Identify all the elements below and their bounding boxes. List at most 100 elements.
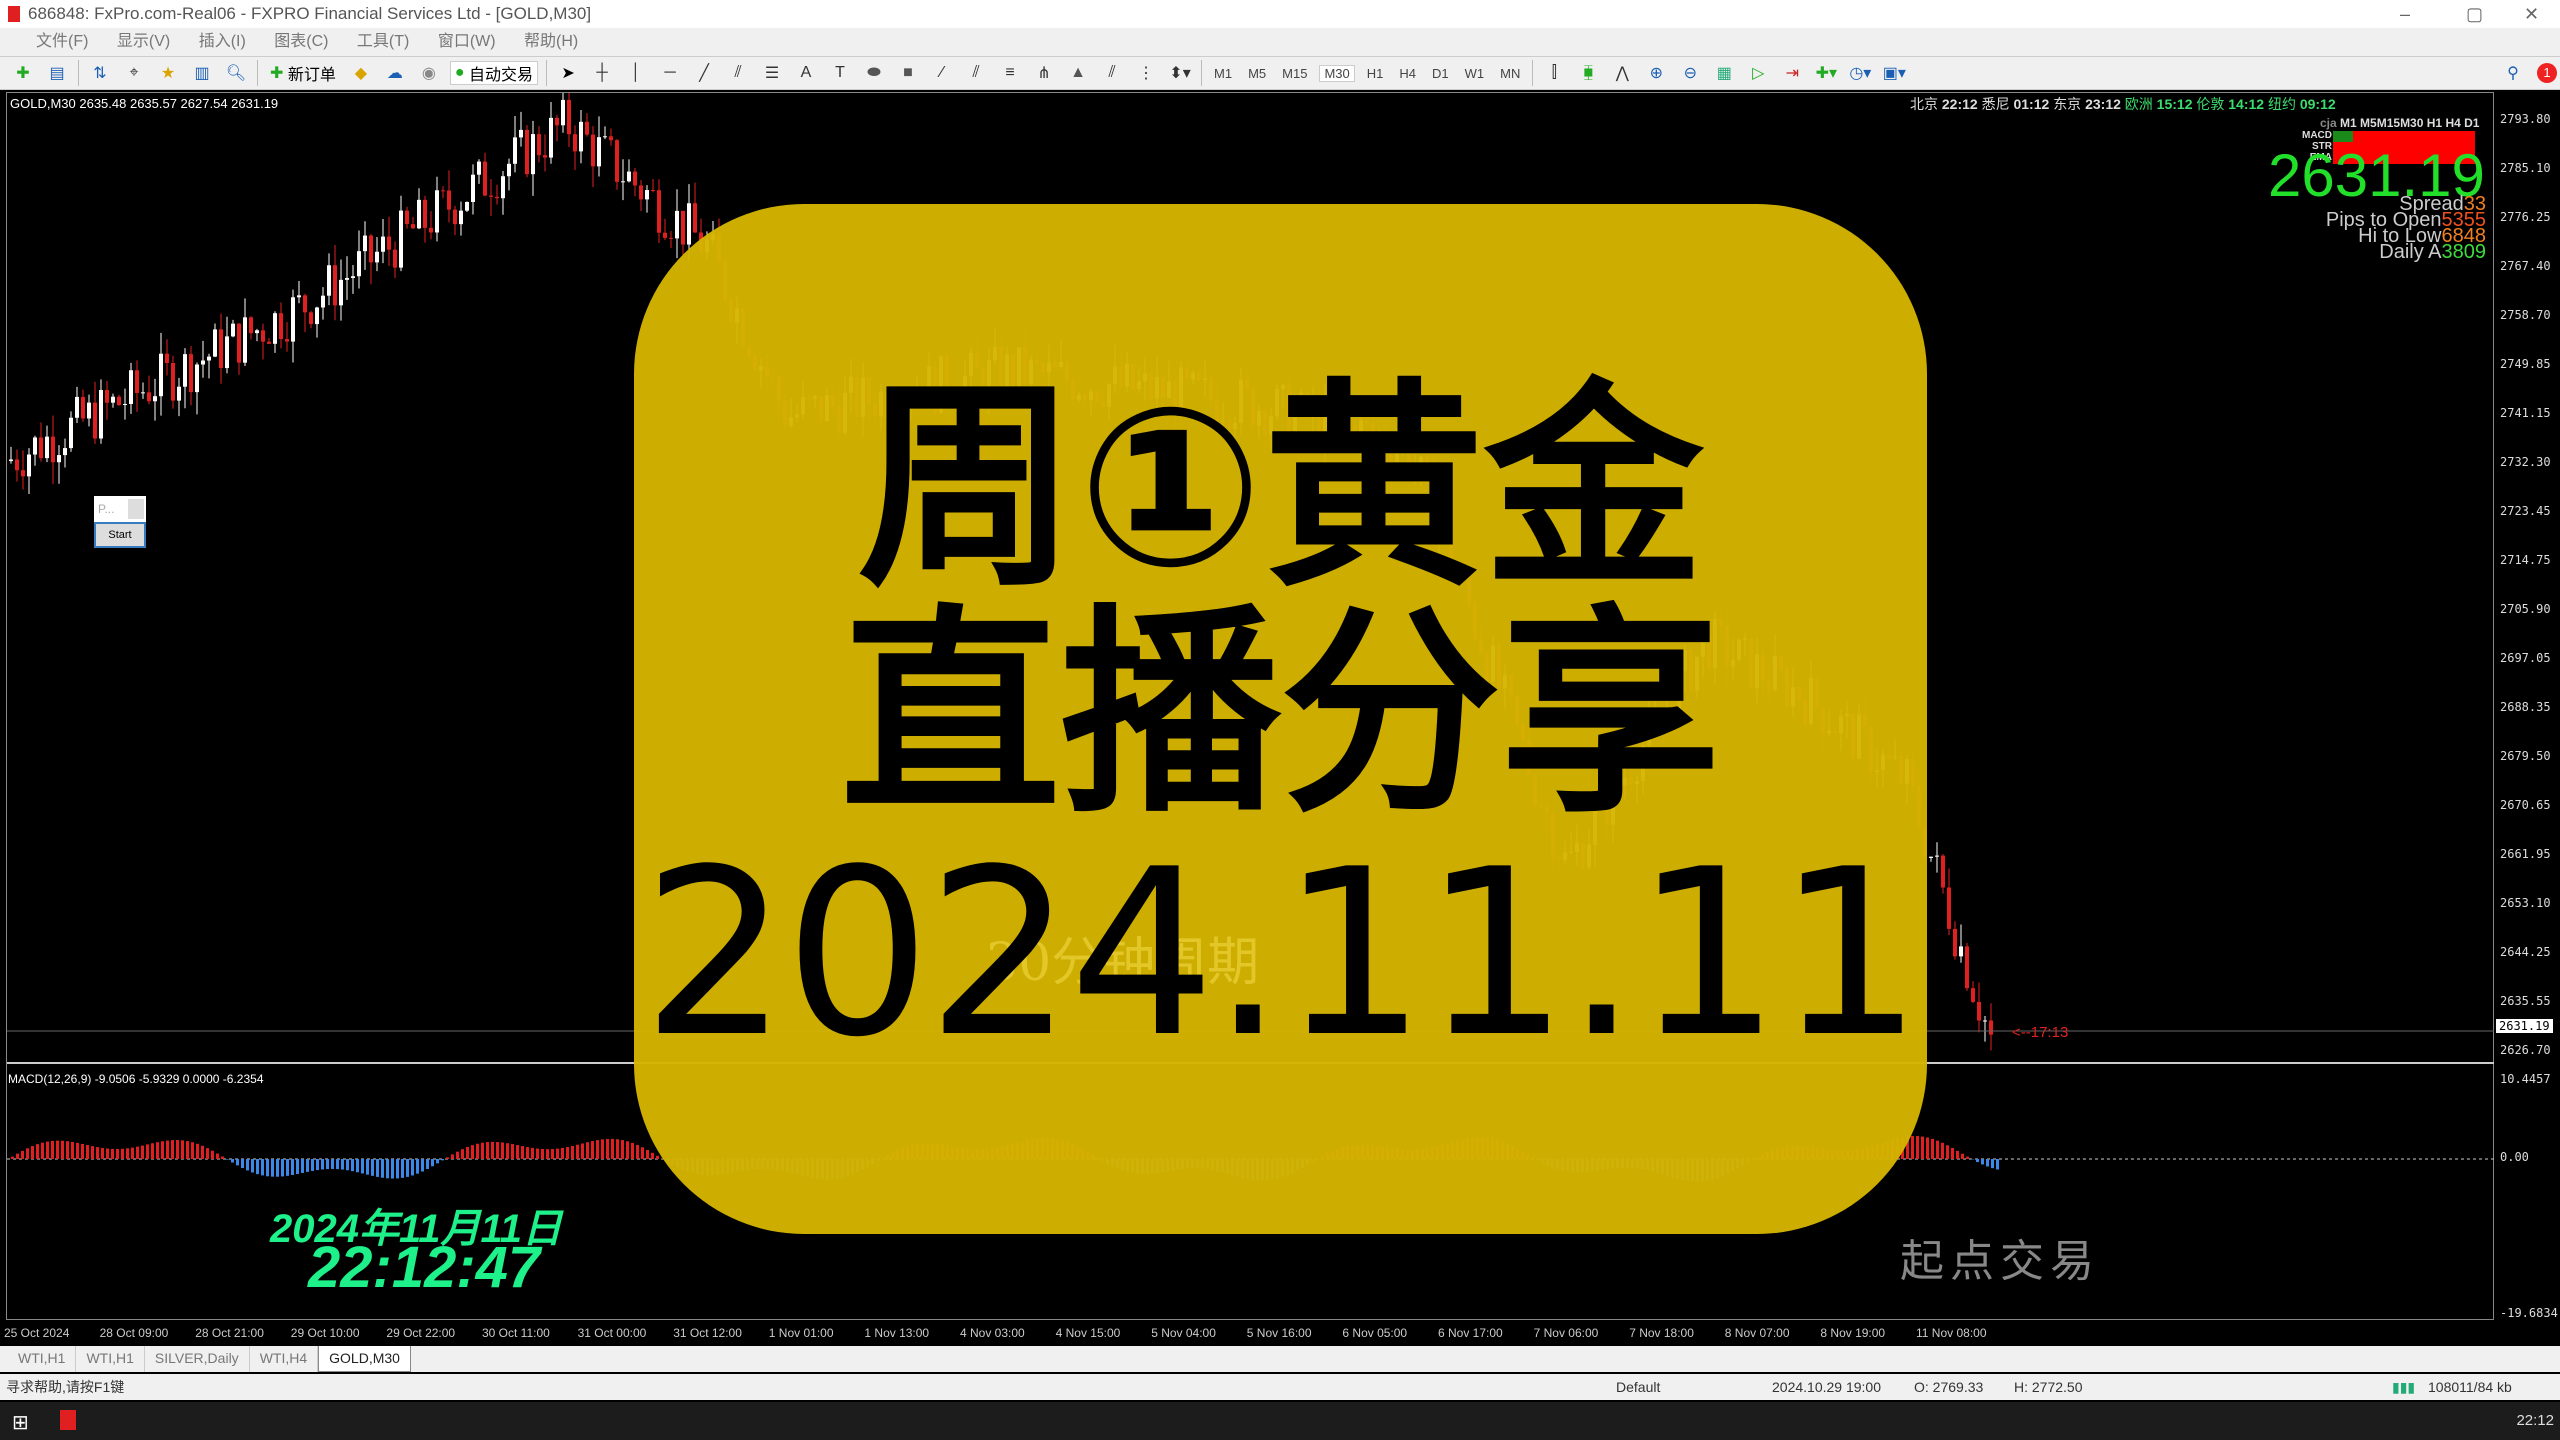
maximize-button[interactable]: ▢ <box>2466 0 2483 28</box>
bar-chart-icon[interactable]: ⫿ <box>1541 61 1567 85</box>
macd-bar <box>16 1153 19 1159</box>
mt4-taskbar-icon[interactable] <box>60 1410 76 1430</box>
autoscroll-icon[interactable]: ▷ <box>1745 61 1771 85</box>
tile-windows-icon[interactable]: ▦ <box>1711 61 1737 85</box>
ellipse-icon[interactable]: ⬬ <box>861 61 887 85</box>
candle-body <box>129 370 133 404</box>
menu-insert[interactable]: 插入(I) <box>199 33 246 50</box>
fibonacci-icon[interactable]: ☰ <box>759 61 785 85</box>
taskbar: ⊞ 22:12 <box>0 1402 2560 1440</box>
candle-body <box>81 396 85 419</box>
macd-bar <box>196 1143 199 1159</box>
menu-window[interactable]: 窗口(W) <box>438 33 496 50</box>
candle-body <box>279 313 283 340</box>
text-icon[interactable]: A <box>793 61 819 85</box>
trendline-icon[interactable]: ╱ <box>691 61 717 85</box>
bar-countdown: <--17:13 <box>2012 1024 2069 1041</box>
tester-icon[interactable]: 🔍︎ <box>223 61 249 85</box>
macd-bar <box>1996 1159 1999 1170</box>
menu-charts[interactable]: 图表(C) <box>274 33 328 50</box>
chart-tab[interactable]: WTI,H4 <box>250 1346 319 1372</box>
fibo-expansion-icon[interactable]: ⋮ <box>1133 61 1159 85</box>
start-button[interactable]: Start <box>94 522 146 548</box>
timeframe-m30[interactable]: M30 <box>1319 64 1355 82</box>
ea-input[interactable]: P... <box>98 502 114 516</box>
line-chart-icon[interactable]: ⋀ <box>1609 61 1635 85</box>
macd-bar <box>286 1159 289 1176</box>
price-tick: 2661.95 <box>2500 847 2551 861</box>
indicators-icon[interactable]: ✚▾ <box>1813 61 1839 85</box>
notification-icon[interactable]: 1 <box>2534 61 2560 85</box>
timeframe-w1[interactable]: W1 <box>1461 66 1489 81</box>
cursor-icon[interactable]: ➤ <box>555 61 581 85</box>
andrews-pitchfork-icon[interactable]: ⋔ <box>1031 61 1057 85</box>
menu-help[interactable]: 帮助(H) <box>524 33 578 50</box>
minimize-button[interactable]: – <box>2400 0 2410 28</box>
market-icon[interactable]: ◉ <box>416 61 442 85</box>
timeframe-m15[interactable]: M15 <box>1278 66 1311 81</box>
terminal-icon[interactable]: ▥ <box>189 61 215 85</box>
price-tick: 2679.50 <box>2500 749 2551 763</box>
fibo-fan-icon[interactable]: ⫽ <box>963 61 989 85</box>
auto-trading-button[interactable]: ● 自动交易 <box>449 61 539 85</box>
periods-icon[interactable]: ◷▾ <box>1847 61 1873 85</box>
stat-row: Daily A3809 <box>2379 241 2486 263</box>
chart-tab[interactable]: WTI,H1 <box>76 1346 145 1372</box>
gann-line-icon[interactable]: ⁄ <box>929 61 955 85</box>
timeframe-h1[interactable]: H1 <box>1363 66 1388 81</box>
new-chart-icon[interactable]: ✚ <box>10 61 36 85</box>
fibo-channel-icon[interactable]: ≡ <box>997 61 1023 85</box>
macd-bar <box>81 1143 84 1159</box>
windows-start-icon[interactable]: ⊞ <box>12 1410 29 1435</box>
candle-body <box>663 232 667 238</box>
signals-icon[interactable]: ☁ <box>382 61 408 85</box>
zoom-out-icon[interactable]: ⊖ <box>1677 61 1703 85</box>
candle-body <box>45 436 49 459</box>
vertical-line-icon[interactable]: │ <box>623 61 649 85</box>
timeframe-h4[interactable]: H4 <box>1395 66 1420 81</box>
candle-body <box>405 210 409 225</box>
chart-tab[interactable]: GOLD,M30 <box>318 1346 411 1372</box>
macd-bar <box>566 1147 569 1159</box>
price-axis: 2793.80 2785.10 2776.25 2767.40 2758.70 2749.… <box>2494 92 2560 1320</box>
crosshair-tool-icon[interactable]: ┼ <box>589 61 615 85</box>
menu-view[interactable]: 显示(V) <box>117 33 170 50</box>
menu-tools[interactable]: 工具(T) <box>357 33 409 50</box>
market-watch-icon[interactable]: ⇅ <box>87 61 113 85</box>
regression-channel-icon[interactable]: ⫽ <box>1099 61 1125 85</box>
candle-body <box>159 353 163 397</box>
triangle-icon[interactable]: ▲ <box>1065 61 1091 85</box>
chart-tab[interactable]: WTI,H1 <box>8 1346 77 1372</box>
templates-icon[interactable]: ▣▾ <box>1881 61 1907 85</box>
candle-body <box>453 209 457 225</box>
search-icon[interactable]: ⚲ <box>2500 61 2526 85</box>
timeframe-d1[interactable]: D1 <box>1428 66 1453 81</box>
equidistant-channel-icon[interactable]: ⫽ <box>725 61 751 85</box>
horizontal-line-icon[interactable]: ─ <box>657 61 683 85</box>
chart-shift-icon[interactable]: ⇥ <box>1779 61 1805 85</box>
macd-bar <box>181 1140 184 1159</box>
macd-bar <box>211 1150 214 1159</box>
chart-tab[interactable]: SILVER,Daily <box>145 1346 250 1372</box>
close-button[interactable]: ✕ <box>2524 0 2539 28</box>
metaeditor-icon[interactable]: ◆ <box>348 61 374 85</box>
menu-file[interactable]: 文件(F) <box>36 33 88 50</box>
rectangle-icon[interactable]: ■ <box>895 61 921 85</box>
candlestick-icon[interactable]: ⧯ <box>1575 61 1601 85</box>
new-order-button[interactable]: ✚ 新订单 <box>266 61 340 85</box>
zoom-in-icon[interactable]: ⊕ <box>1643 61 1669 85</box>
macd-bar <box>251 1159 254 1173</box>
timeframe-mn[interactable]: MN <box>1496 66 1524 81</box>
text-label-icon[interactable]: T <box>827 61 853 85</box>
crosshair-icon[interactable]: ⌖ <box>121 61 147 85</box>
arrows-icon[interactable]: ⬍▾ <box>1167 61 1193 85</box>
navigator-icon[interactable]: ★ <box>155 61 181 85</box>
macd-bar <box>351 1159 354 1172</box>
macd-bar <box>1931 1138 1934 1159</box>
candle-body <box>135 370 139 393</box>
timeframe-m1[interactable]: M1 <box>1210 66 1236 81</box>
macd-bar <box>1951 1147 1954 1159</box>
timeframe-m5[interactable]: M5 <box>1244 66 1270 81</box>
profiles-icon[interactable]: ▤ <box>44 61 70 85</box>
clock-0: 北京 22:12 <box>1910 96 1978 112</box>
